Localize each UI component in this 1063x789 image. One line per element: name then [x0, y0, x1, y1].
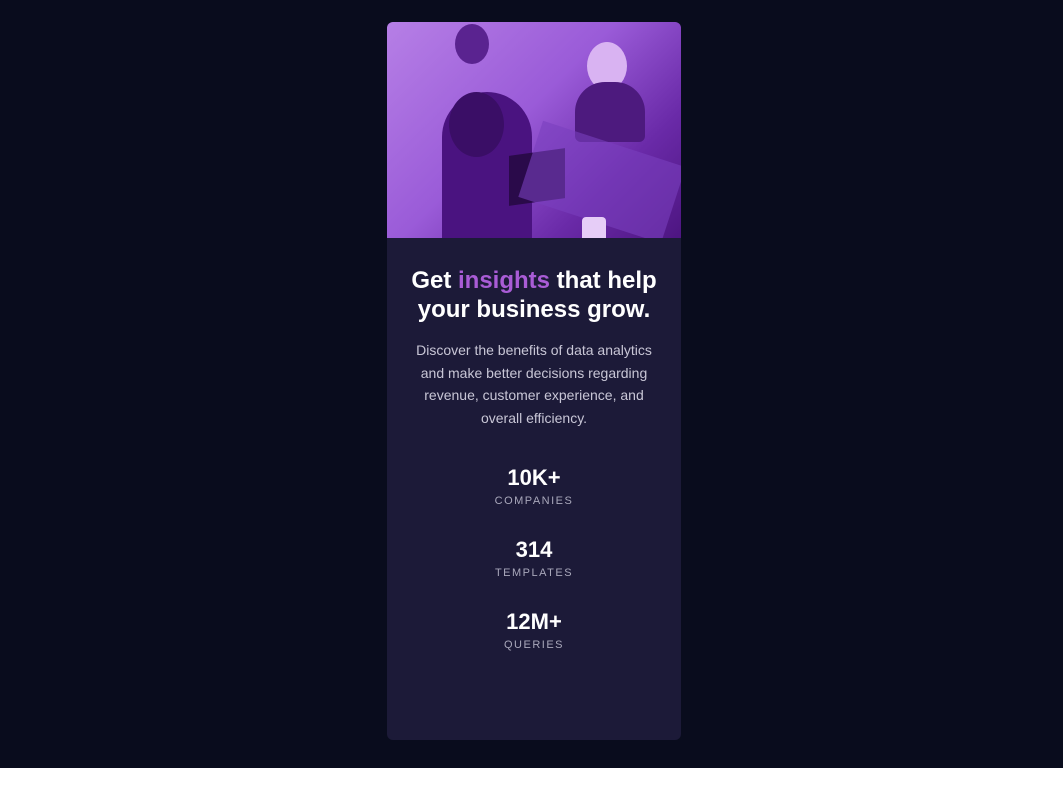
stat-label: COMPANIES [494, 495, 574, 507]
page-background: Get insights that help your business gro… [0, 0, 1063, 768]
stats-card: Get insights that help your business gro… [387, 22, 681, 740]
stat-label: QUERIES [503, 639, 564, 651]
stat-value: 314 [515, 537, 553, 562]
card-title: Get insights that help your business gro… [407, 266, 661, 324]
card-description: Discover the benefits of data analytics … [416, 342, 652, 426]
stat-companies: 10K+ COMPANIES [387, 465, 681, 507]
stat-value: 12M+ [506, 609, 562, 634]
stat-templates: 314 TEMPLATES [387, 537, 681, 579]
stat-value: 10K+ [507, 465, 561, 490]
title-accent: insights [458, 267, 551, 294]
title-text: Get [411, 267, 458, 294]
stat-label: TEMPLATES [494, 567, 574, 579]
hero-image [387, 22, 681, 238]
stat-queries: 12M+ QUERIES [387, 609, 681, 651]
